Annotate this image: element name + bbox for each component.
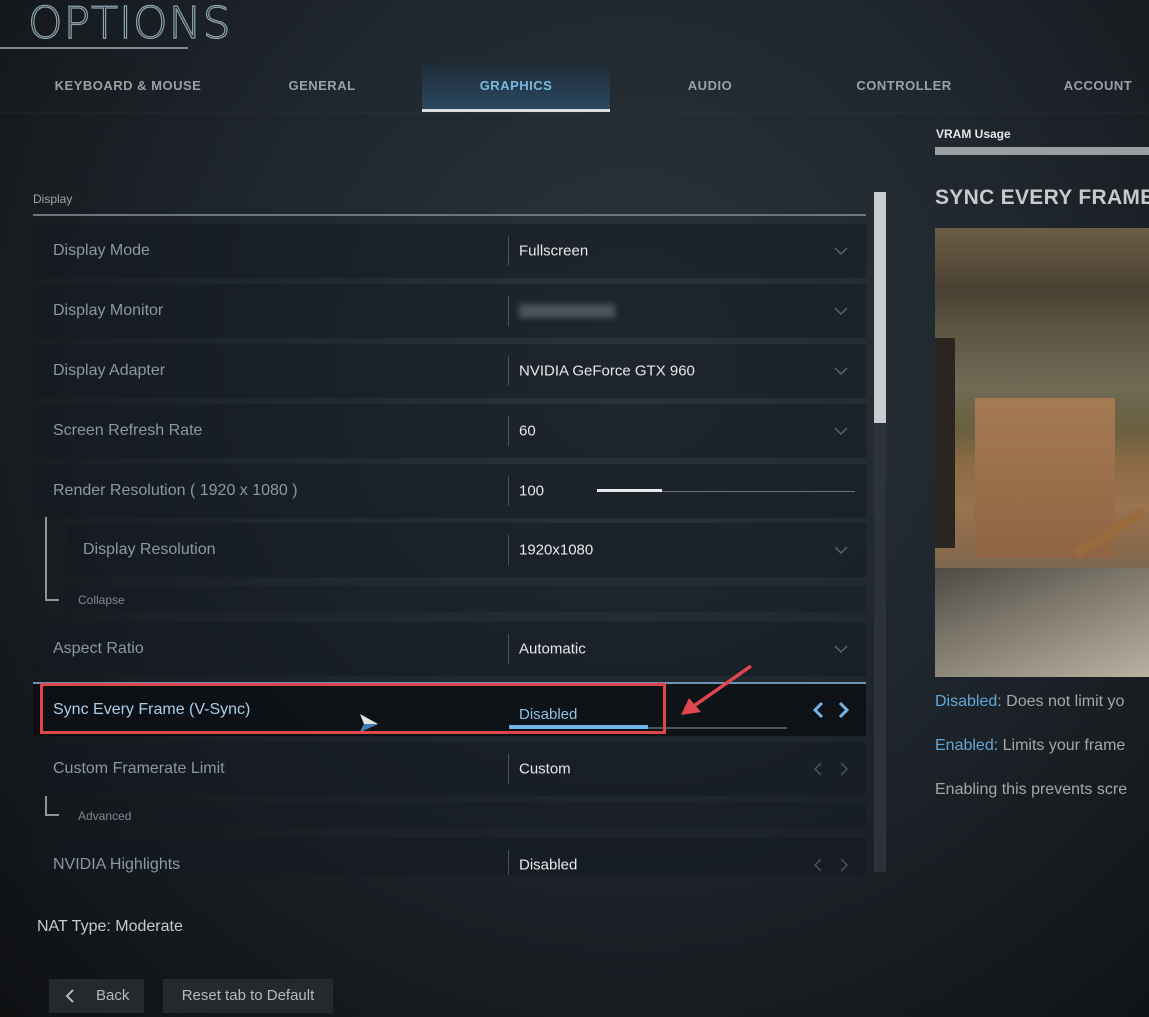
tab-graphics[interactable]: GRAPHICS — [422, 62, 610, 112]
tab-general[interactable]: GENERAL — [228, 62, 416, 110]
setting-value: Disabled — [519, 706, 578, 723]
title-underline — [0, 47, 188, 49]
setting-custom-framerate-limit[interactable]: Custom Framerate Limit Custom — [33, 742, 866, 796]
vram-usage-bar — [935, 147, 1149, 155]
description-key: Disabled — [935, 693, 998, 710]
setting-value: Custom — [519, 760, 571, 778]
separator — [508, 850, 509, 875]
setting-nvidia-highlights[interactable]: NVIDIA Highlights Disabled — [33, 838, 866, 875]
setting-screen-refresh-rate[interactable]: Screen Refresh Rate 60 — [33, 404, 866, 458]
setting-preview-image — [935, 228, 1149, 677]
setting-label: Custom Framerate Limit — [53, 760, 225, 777]
preview-floor — [935, 568, 1149, 677]
vram-usage-fill — [935, 147, 1149, 155]
chevron-down-icon[interactable] — [834, 304, 848, 318]
vram-usage-label: VRAM Usage — [936, 127, 1011, 141]
setting-display-monitor[interactable]: Display Monitor — [33, 284, 866, 338]
render-resolution-slider-fill[interactable] — [597, 489, 662, 492]
section-divider — [33, 214, 866, 216]
setting-label: Aspect Ratio — [53, 640, 144, 657]
chevron-left-icon — [65, 989, 74, 1003]
group-bracket — [45, 796, 59, 816]
setting-label: Display Resolution — [83, 541, 216, 558]
separator — [508, 416, 509, 446]
setting-value-blurred — [519, 304, 615, 318]
selector-arrows — [812, 701, 850, 719]
description-note: Enabling this prevents scre — [935, 781, 1127, 799]
chevron-down-icon[interactable] — [834, 642, 848, 656]
tab-controller[interactable]: CONTROLLER — [810, 62, 998, 110]
setting-label: Display Adapter — [53, 362, 166, 379]
setting-render-resolution[interactable]: Render Resolution ( 1920 x 1080 ) 100 — [33, 464, 866, 518]
separator — [508, 236, 509, 266]
group-bracket — [45, 517, 59, 601]
setting-display-resolution[interactable]: Display Resolution 1920x1080 — [66, 523, 866, 577]
separator — [508, 535, 509, 565]
description-enabled: Enabled: Limits your frame — [935, 737, 1125, 755]
setting-vsync[interactable]: Sync Every Frame (V-Sync) Disabled — [33, 682, 866, 736]
setting-value: Automatic — [519, 640, 586, 658]
setting-display-mode[interactable]: Display Mode Fullscreen — [33, 224, 866, 278]
tab-account[interactable]: ACCOUNT — [1004, 62, 1149, 110]
description-text: : Does not limit yo — [997, 693, 1125, 710]
tab-audio[interactable]: AUDIO — [616, 62, 804, 110]
chevron-down-icon[interactable] — [834, 244, 848, 258]
collapse-link[interactable]: Collapse — [78, 593, 125, 607]
preview-shadow — [935, 338, 955, 548]
setting-label: Screen Refresh Rate — [53, 422, 203, 439]
section-label-display: Display — [33, 192, 73, 206]
description-text: Enabling this prevents scre — [935, 781, 1128, 798]
chevron-down-icon[interactable] — [834, 424, 848, 438]
setting-label: Render Resolution ( 1920 x 1080 ) — [53, 482, 298, 499]
detail-title: SYNC EVERY FRAME — [935, 186, 1149, 209]
collapse-strip — [66, 586, 866, 612]
setting-label: Sync Every Frame (V-Sync) — [53, 701, 251, 718]
setting-value: NVIDIA GeForce GTX 960 — [519, 362, 695, 380]
nat-type-status: NAT Type: Moderate — [37, 918, 183, 935]
preview-board — [975, 398, 1115, 558]
advanced-strip — [66, 802, 866, 828]
scrollbar-thumb[interactable] — [874, 192, 886, 424]
selector-arrows — [812, 760, 850, 778]
separator — [508, 476, 509, 506]
selector-arrows — [812, 856, 850, 874]
setting-value: 1920x1080 — [519, 541, 594, 559]
chevron-down-icon[interactable] — [834, 364, 848, 378]
chevron-left-icon[interactable] — [812, 760, 824, 778]
setting-aspect-ratio[interactable]: Aspect Ratio Automatic — [33, 622, 866, 676]
separator — [508, 634, 509, 664]
option-indicator — [509, 725, 648, 729]
back-label: Back — [96, 987, 130, 1004]
setting-value: 60 — [519, 422, 536, 440]
chevron-right-icon[interactable] — [838, 856, 850, 874]
separator — [508, 754, 509, 784]
separator — [508, 296, 509, 326]
setting-display-adapter[interactable]: Display Adapter NVIDIA GeForce GTX 960 — [33, 344, 866, 398]
description-text: : Limits your frame — [993, 737, 1126, 754]
advanced-link[interactable]: Advanced — [78, 809, 131, 823]
setting-label: Display Monitor — [53, 302, 164, 319]
tab-divider — [0, 112, 1149, 113]
setting-label: Display Mode — [53, 242, 150, 259]
chevron-right-icon[interactable] — [838, 760, 850, 778]
reset-tab-button[interactable]: Reset tab to Default — [163, 979, 333, 1013]
description-disabled: Disabled: Does not limit yo — [935, 693, 1124, 711]
setting-value: 100 — [519, 482, 545, 500]
tab-keyboard-mouse[interactable]: KEYBOARD & MOUSE — [28, 62, 228, 110]
page-title: OPTIONS — [27, 0, 232, 50]
description-key: Enabled — [935, 737, 994, 754]
chevron-left-icon[interactable] — [812, 701, 824, 719]
back-button[interactable]: Back — [49, 979, 144, 1013]
setting-value: Fullscreen — [519, 242, 589, 260]
chevron-right-icon[interactable] — [838, 701, 850, 719]
chevron-left-icon[interactable] — [812, 856, 824, 874]
setting-value: Disabled — [519, 856, 578, 874]
chevron-down-icon[interactable] — [834, 543, 848, 557]
setting-label: NVIDIA Highlights — [53, 856, 181, 873]
separator — [508, 356, 509, 386]
tab-bar: KEYBOARD & MOUSE GENERAL GRAPHICS AUDIO … — [0, 62, 1149, 112]
settings-scrollbar[interactable] — [874, 192, 886, 872]
settings-list: Display Mode Fullscreen Display Monitor … — [33, 220, 866, 875]
